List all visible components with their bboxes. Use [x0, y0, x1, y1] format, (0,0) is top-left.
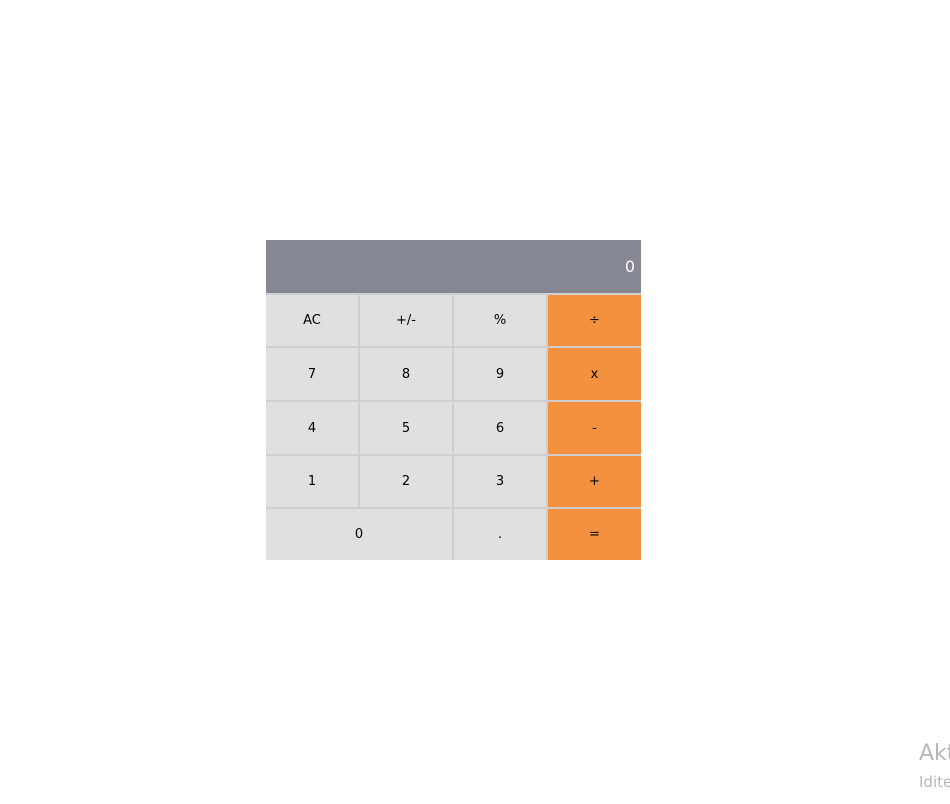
- clear-button[interactable]: AC: [266, 295, 358, 346]
- display-value: 0: [624, 257, 635, 276]
- multiply-button[interactable]: x: [548, 348, 641, 400]
- digit-7-button[interactable]: 7: [266, 348, 358, 400]
- equals-button[interactable]: =: [548, 509, 641, 560]
- watermark-subtitle: Idite: [919, 773, 950, 791]
- watermark-title: Akt: [919, 741, 950, 766]
- add-button[interactable]: +: [548, 456, 641, 507]
- divide-button[interactable]: ÷: [548, 295, 641, 346]
- activation-watermark: Akt Idite: [919, 740, 950, 792]
- digit-4-button[interactable]: 4: [266, 402, 358, 454]
- digit-5-button[interactable]: 5: [360, 402, 452, 454]
- digit-6-button[interactable]: 6: [454, 402, 546, 454]
- calculator-display: 0: [266, 240, 641, 293]
- subtract-button[interactable]: -: [548, 402, 641, 454]
- toggle-sign-button[interactable]: +/-: [360, 295, 452, 346]
- digit-3-button[interactable]: 3: [454, 456, 546, 507]
- calculator: 0 AC +/- % ÷ 7 8 9 x 4 5 6 - 1 2 3 + 0 .…: [266, 240, 641, 560]
- digit-9-button[interactable]: 9: [454, 348, 546, 400]
- digit-8-button[interactable]: 8: [360, 348, 452, 400]
- digit-0-button[interactable]: 0: [266, 509, 452, 560]
- digit-1-button[interactable]: 1: [266, 456, 358, 507]
- decimal-button[interactable]: .: [454, 509, 546, 560]
- percent-button[interactable]: %: [454, 295, 546, 346]
- digit-2-button[interactable]: 2: [360, 456, 452, 507]
